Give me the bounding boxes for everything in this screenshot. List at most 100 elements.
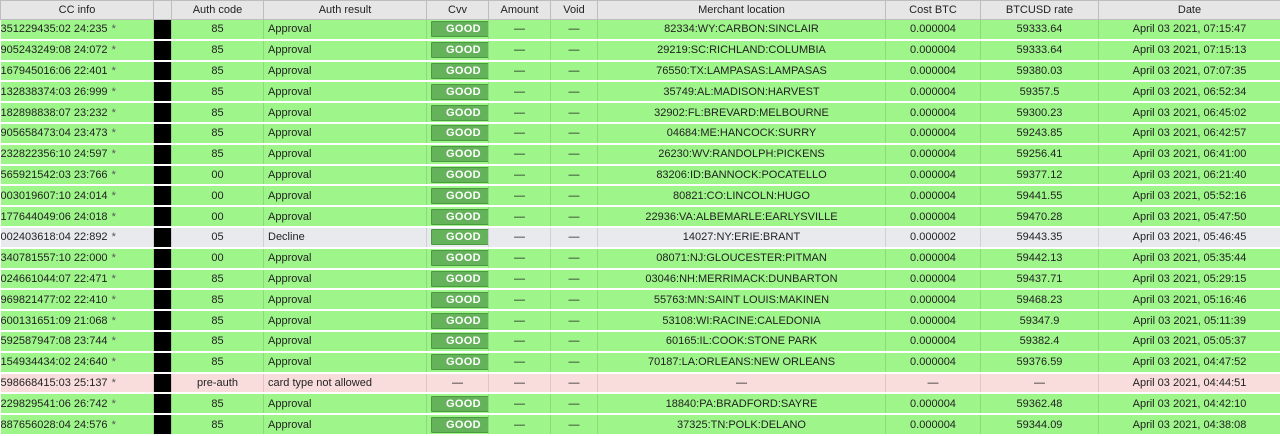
cc-info-text: 969821477:02 22:410: [1, 294, 108, 306]
transactions-table: CC info Auth codeAuth resultCvvAmountVoid…: [0, 0, 1280, 436]
cc-info-text: 002403618:04 22:892: [1, 231, 108, 243]
cvv-cell: GOOD: [427, 102, 489, 123]
table-row[interactable]: 340781557:10 22:000*00ApprovalGOOD——0807…: [1, 248, 1280, 269]
mask-cell: [154, 310, 172, 331]
auth-code-cell: 85: [172, 310, 264, 331]
auth-result-cell: Approval: [264, 144, 427, 165]
cvv-cell: GOOD: [427, 61, 489, 82]
header-merchant-location[interactable]: Merchant location: [598, 1, 886, 20]
cost-btc-cell: 0.000004: [886, 269, 981, 290]
mask-cell: [154, 248, 172, 269]
header-auth-result[interactable]: Auth result: [264, 1, 427, 20]
header-btcusd-rate[interactable]: BTCUSD rate: [981, 1, 1099, 20]
auth-result-cell: Approval: [264, 248, 427, 269]
cvv-cell: GOOD: [427, 393, 489, 414]
cvv-cell: GOOD: [427, 310, 489, 331]
merchant-location-cell: 35749:AL:MADISON:HARVEST: [598, 81, 886, 102]
void-cell: —: [551, 61, 598, 82]
redaction-block: [154, 41, 171, 60]
cc-star-marker: *: [112, 65, 116, 77]
date-cell: April 03 2021, 05:35:44: [1099, 248, 1280, 269]
cc-info-cell: 229829541:06 26:742*: [1, 393, 154, 414]
table-row[interactable]: 167945016:06 22:401*85ApprovalGOOD——7655…: [1, 61, 1280, 82]
void-cell: —: [551, 20, 598, 40]
auth-code-cell: 85: [172, 61, 264, 82]
table-row[interactable]: 969821477:02 22:410*85ApprovalGOOD——5576…: [1, 289, 1280, 310]
cc-star-marker: *: [112, 252, 116, 264]
header-auth-code[interactable]: Auth code: [172, 1, 264, 20]
cc-info-cell: 154934434:02 24:640*: [1, 352, 154, 373]
merchant-location-cell: 76550:TX:LAMPASAS:LAMPASAS: [598, 61, 886, 82]
void-cell: —: [551, 289, 598, 310]
table-row[interactable]: 232822356:10 24:597*85ApprovalGOOD——2623…: [1, 144, 1280, 165]
mask-cell: [154, 269, 172, 290]
cc-info-text: 340781557:10 22:000: [1, 252, 108, 264]
table-row[interactable]: 182898838:07 23:232*85ApprovalGOOD——3290…: [1, 102, 1280, 123]
table-row[interactable]: 598668415:03 25:137*pre-authcard type no…: [1, 373, 1280, 394]
header-mask[interactable]: [154, 1, 172, 20]
header-amount[interactable]: Amount: [489, 1, 551, 20]
redaction-block: [154, 124, 171, 143]
cost-btc-cell: —: [886, 373, 981, 394]
merchant-location-cell: 82334:WY:CARBON:SINCLAIR: [598, 20, 886, 40]
mask-cell: [154, 206, 172, 227]
cost-btc-cell: 0.000004: [886, 206, 981, 227]
mask-cell: [154, 165, 172, 186]
header-cc-info[interactable]: CC info: [1, 1, 154, 20]
cc-star-marker: *: [112, 294, 116, 306]
cost-btc-cell: 0.000004: [886, 61, 981, 82]
cvv-cell: GOOD: [427, 352, 489, 373]
header-void[interactable]: Void: [551, 1, 598, 20]
merchant-location-cell: 22936:VA:ALBEMARLE:EARLYSVILLE: [598, 206, 886, 227]
cvv-good-badge: GOOD: [431, 63, 489, 79]
mask-cell: [154, 20, 172, 40]
table-header-row: CC info Auth codeAuth resultCvvAmountVoid…: [1, 1, 1280, 20]
auth-result-cell: Approval: [264, 289, 427, 310]
cvv-good-badge: GOOD: [431, 209, 489, 225]
table-row[interactable]: 229829541:06 26:742*85ApprovalGOOD——1884…: [1, 393, 1280, 414]
table-row[interactable]: 154934434:02 24:640*85ApprovalGOOD——7018…: [1, 352, 1280, 373]
btcusd-rate-cell: 59441.55: [981, 185, 1099, 206]
void-cell: —: [551, 206, 598, 227]
cc-info-cell: 592587947:08 23:744*: [1, 331, 154, 352]
void-cell: —: [551, 81, 598, 102]
auth-code-cell: 85: [172, 40, 264, 61]
mask-cell: [154, 40, 172, 61]
table-row[interactable]: 132838374:03 26:999*85ApprovalGOOD——3574…: [1, 81, 1280, 102]
table-row[interactable]: 024661044:07 22:471*85ApprovalGOOD——0304…: [1, 269, 1280, 290]
btcusd-rate-cell: 59376.59: [981, 352, 1099, 373]
btcusd-rate-cell: 59468.23: [981, 289, 1099, 310]
auth-code-cell: 85: [172, 81, 264, 102]
amount-cell: —: [489, 40, 551, 61]
table-row[interactable]: 002403618:04 22:892*05DeclineGOOD——14027…: [1, 227, 1280, 248]
amount-cell: —: [489, 185, 551, 206]
amount-cell: —: [489, 144, 551, 165]
cc-star-marker: *: [112, 398, 116, 410]
merchant-location-cell: —: [598, 373, 886, 394]
cvv-cell: GOOD: [427, 269, 489, 290]
mask-cell: [154, 102, 172, 123]
redaction-block: [154, 353, 171, 372]
table-row[interactable]: 905243249:08 24:072*85ApprovalGOOD——2921…: [1, 40, 1280, 61]
table-row[interactable]: 177644049:06 24:018*00ApprovalGOOD——2293…: [1, 206, 1280, 227]
table-row[interactable]: 600131651:09 21:068*85ApprovalGOOD——5310…: [1, 310, 1280, 331]
table-row[interactable]: 003019607:10 24:014*00ApprovalGOOD——8082…: [1, 185, 1280, 206]
header-cvv[interactable]: Cvv: [427, 1, 489, 20]
header-cost-btc[interactable]: Cost BTC: [886, 1, 981, 20]
cost-btc-cell: 0.000004: [886, 185, 981, 206]
auth-result-cell: Decline: [264, 227, 427, 248]
table-row[interactable]: 565921542:03 23:766*00ApprovalGOOD——8320…: [1, 165, 1280, 186]
date-cell: April 03 2021, 05:29:15: [1099, 269, 1280, 290]
cc-info-cell: 002403618:04 22:892*: [1, 227, 154, 248]
cvv-cell: GOOD: [427, 206, 489, 227]
table-row[interactable]: 592587947:08 23:744*85ApprovalGOOD——6016…: [1, 331, 1280, 352]
table-row[interactable]: 351229435:02 24:235*85ApprovalGOOD——8233…: [1, 20, 1280, 40]
cc-star-marker: *: [112, 169, 116, 181]
header-date[interactable]: Date: [1099, 1, 1280, 20]
table-row[interactable]: 905658473:04 23:473*85ApprovalGOOD——0468…: [1, 123, 1280, 144]
amount-cell: —: [489, 61, 551, 82]
cvv-good-badge: GOOD: [431, 125, 489, 141]
redaction-block: [154, 332, 171, 351]
auth-code-cell: 00: [172, 165, 264, 186]
cc-star-marker: *: [112, 335, 116, 347]
